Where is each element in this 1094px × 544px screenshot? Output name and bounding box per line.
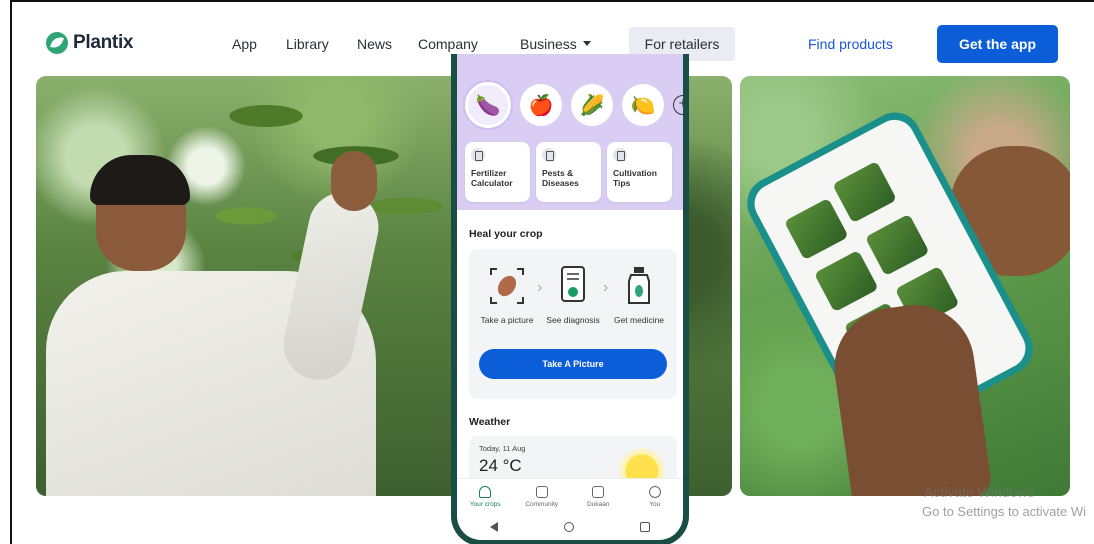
nav-business-label: Business bbox=[520, 36, 577, 52]
lemon-icon[interactable]: 🍋 bbox=[622, 84, 664, 126]
leaf-logo-icon bbox=[46, 32, 68, 54]
take-a-picture-button[interactable]: Take A Picture bbox=[479, 349, 667, 379]
tool-cultivation-tips[interactable]: Cultivation Tips bbox=[607, 142, 672, 202]
nav-link-company[interactable]: Company bbox=[418, 36, 478, 52]
page-frame: Plantix App Library News Company Busines… bbox=[10, 0, 1094, 544]
bottom-nav-community[interactable]: Community bbox=[520, 485, 564, 508]
nav-link-news[interactable]: News bbox=[357, 36, 392, 52]
chevron-right-icon: › bbox=[603, 279, 609, 296]
nav-link-library[interactable]: Library bbox=[286, 36, 329, 52]
bottom-nav-your-crops[interactable]: Your crops bbox=[463, 485, 507, 508]
sprout-icon bbox=[613, 148, 627, 162]
logo-text: Plantix bbox=[73, 32, 134, 53]
add-crop-icon[interactable]: + bbox=[673, 95, 683, 115]
tools-row: Fertilizer Calculator Pests & Diseases C… bbox=[465, 142, 672, 202]
find-products-link[interactable]: Find products bbox=[808, 36, 893, 52]
corn-icon[interactable]: 🌽 bbox=[571, 84, 613, 126]
home-icon[interactable] bbox=[564, 522, 574, 532]
plant-icon bbox=[479, 485, 492, 498]
plantix-logo[interactable]: Plantix bbox=[46, 32, 134, 54]
weather-date: Today, 11 Aug bbox=[479, 444, 526, 453]
heal-crop-card: Take a picture › See diagnosis › Get med… bbox=[469, 249, 677, 399]
camera-leaf-icon bbox=[487, 265, 527, 307]
weather-temperature: 24 °C bbox=[479, 456, 522, 475]
step-see-diagnosis: See diagnosis bbox=[543, 265, 603, 326]
caret-down-icon bbox=[582, 41, 591, 46]
medicine-bottle-icon bbox=[619, 265, 659, 307]
weather-title: Weather bbox=[469, 416, 511, 428]
shop-icon bbox=[592, 485, 605, 498]
nav-link-app[interactable]: App bbox=[232, 36, 257, 52]
bottom-nav-dukaan[interactable]: Dukaan bbox=[576, 485, 620, 508]
community-chat-icon bbox=[535, 485, 548, 498]
activate-windows-watermark: Activate Windows bbox=[924, 484, 1035, 500]
phone-in-hand-photo bbox=[740, 76, 1070, 496]
tool-fertilizer-calculator[interactable]: Fertilizer Calculator bbox=[465, 142, 530, 202]
diagnosis-report-icon bbox=[553, 265, 593, 307]
activate-windows-subtext: Go to Settings to activate Wi bbox=[922, 504, 1087, 519]
nav-link-business[interactable]: Business bbox=[520, 36, 591, 52]
crop-selector: 🍆 🍎 🌽 🍋 + bbox=[465, 82, 683, 128]
eggplant-icon[interactable]: 🍆 bbox=[465, 82, 511, 128]
android-system-nav bbox=[457, 514, 683, 540]
get-the-app-button[interactable]: Get the app bbox=[937, 25, 1058, 63]
step-take-picture: Take a picture bbox=[477, 265, 537, 326]
recent-apps-icon[interactable] bbox=[640, 522, 650, 532]
back-icon[interactable] bbox=[490, 522, 498, 532]
chevron-right-icon: › bbox=[537, 279, 543, 296]
heal-crop-title: Heal your crop bbox=[469, 228, 543, 240]
app-bottom-nav: Your crops Community Dukaan You bbox=[457, 478, 683, 514]
tool-pests-diseases[interactable]: Pests & Diseases bbox=[536, 142, 601, 202]
bug-icon bbox=[542, 148, 556, 162]
apple-icon[interactable]: 🍎 bbox=[520, 84, 562, 126]
app-screen: 🍆 🍎 🌽 🍋 + Fertilizer Calculator Pests & … bbox=[457, 54, 683, 540]
bottom-nav-you[interactable]: You bbox=[633, 485, 677, 508]
user-icon bbox=[648, 485, 661, 498]
calculator-icon bbox=[471, 148, 485, 162]
step-get-medicine: Get medicine bbox=[609, 265, 669, 326]
app-phone-mockup: 🍆 🍎 🌽 🍋 + Fertilizer Calculator Pests & … bbox=[451, 54, 689, 544]
